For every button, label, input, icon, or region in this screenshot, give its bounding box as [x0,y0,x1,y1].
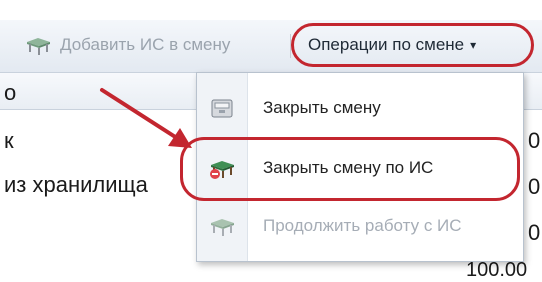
add-is-to-shift-button[interactable]: Добавить ИС в смену [24,30,230,60]
menu-item-label: Продолжить работу с ИС [263,216,462,235]
grid-header-fragment: о [4,80,17,105]
menu-item-close-shift[interactable]: Закрыть смену [197,79,523,137]
menu-item-label: Закрыть смену [263,98,381,117]
grid-cell-fragment: 0 [528,128,541,153]
top-band [0,0,542,18]
table-icon [24,34,52,56]
grid-cell-fragment: 0 [528,174,541,199]
grid-row-fragment: к [4,128,14,153]
grid-cell-fragment: 0 [528,220,541,245]
close-shift-by-is-highlight [180,137,520,201]
shift-operations-highlight [291,23,534,67]
grid-row-fragment: из хранилища [4,172,148,197]
table-icon [197,215,247,237]
register-icon [197,97,247,119]
menu-item-continue-work-with-is[interactable]: Продолжить работу с ИС [197,197,523,255]
add-is-to-shift-label: Добавить ИС в смену [60,35,231,54]
